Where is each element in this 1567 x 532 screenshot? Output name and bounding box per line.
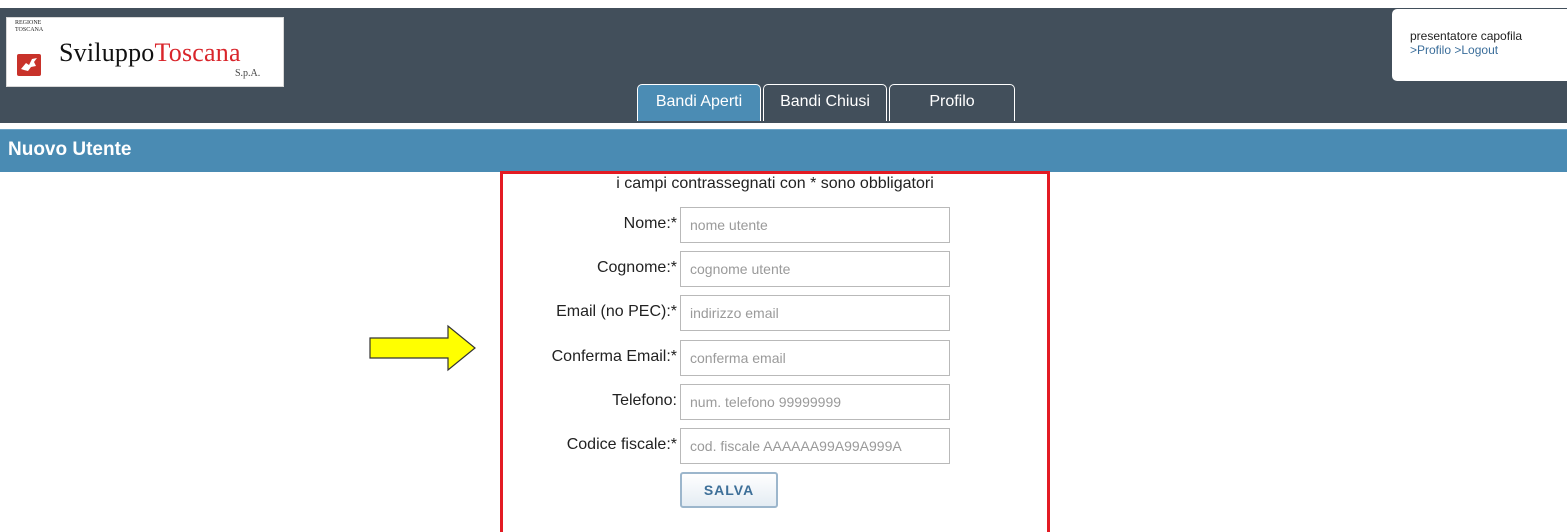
form-row-conferma-email: Conferma Email:* [503, 340, 1047, 376]
conferma-email-label: Conferma Email:* [551, 348, 677, 365]
logo-brand: SviluppoToscana [59, 38, 241, 68]
new-user-form: i campi contrassegnati con * sono obblig… [500, 171, 1050, 532]
codice-fiscale-input[interactable] [680, 428, 950, 464]
user-role: presentatore capofila [1410, 29, 1523, 43]
tab-bandi-chiusi[interactable]: Bandi Chiusi [763, 84, 887, 121]
yellow-arrow-icon [369, 324, 476, 372]
cognome-label: Cognome:* [596, 259, 677, 276]
header-bar: REGIONE TOSCANA SviluppoToscana S.p.A. p… [0, 8, 1567, 123]
telefono-label: Telefono: [612, 392, 677, 409]
user-panel: presentatore capofila >Profilo >Logout [1392, 9, 1567, 81]
nome-label: Nome:* [623, 215, 677, 232]
form-row-cognome: Cognome:* [503, 251, 1047, 287]
form-row-nome: Nome:* [503, 207, 1047, 243]
save-button[interactable]: SALVA [680, 472, 778, 508]
page: REGIONE TOSCANA SviluppoToscana S.p.A. p… [0, 0, 1567, 532]
pegasus-emblem-icon [17, 54, 41, 76]
logout-link[interactable]: >Logout [1454, 43, 1498, 57]
codice-fiscale-label: Codice fiscale:* [566, 436, 677, 453]
form-row-email: Email (no PEC):* [503, 295, 1047, 331]
logo[interactable]: REGIONE TOSCANA SviluppoToscana S.p.A. [6, 17, 284, 87]
cognome-input[interactable] [680, 251, 950, 287]
page-title: Nuovo Utente [8, 139, 132, 160]
title-bar: Nuovo Utente [0, 129, 1567, 172]
logo-brand-part2: Toscana [154, 38, 241, 67]
telefono-input[interactable] [680, 384, 950, 420]
logo-suffix: S.p.A. [235, 68, 261, 79]
tab-bandi-aperti[interactable]: Bandi Aperti [637, 84, 761, 121]
email-label: Email (no PEC):* [556, 303, 677, 320]
conferma-email-input[interactable] [680, 340, 950, 376]
form-row-telefono: Telefono: [503, 384, 1047, 420]
tab-profilo[interactable]: Profilo [889, 84, 1015, 121]
logo-brand-part1: Sviluppo [59, 38, 155, 67]
nome-input[interactable] [680, 207, 950, 243]
email-input[interactable] [680, 295, 950, 331]
form-row-codice-fiscale: Codice fiscale:* [503, 428, 1047, 464]
profile-link[interactable]: >Profilo [1410, 43, 1451, 57]
logo-region-text: REGIONE TOSCANA [15, 20, 44, 33]
user-links: >Profilo >Logout [1410, 43, 1498, 57]
required-fields-note: i campi contrassegnati con * sono obblig… [616, 175, 934, 192]
